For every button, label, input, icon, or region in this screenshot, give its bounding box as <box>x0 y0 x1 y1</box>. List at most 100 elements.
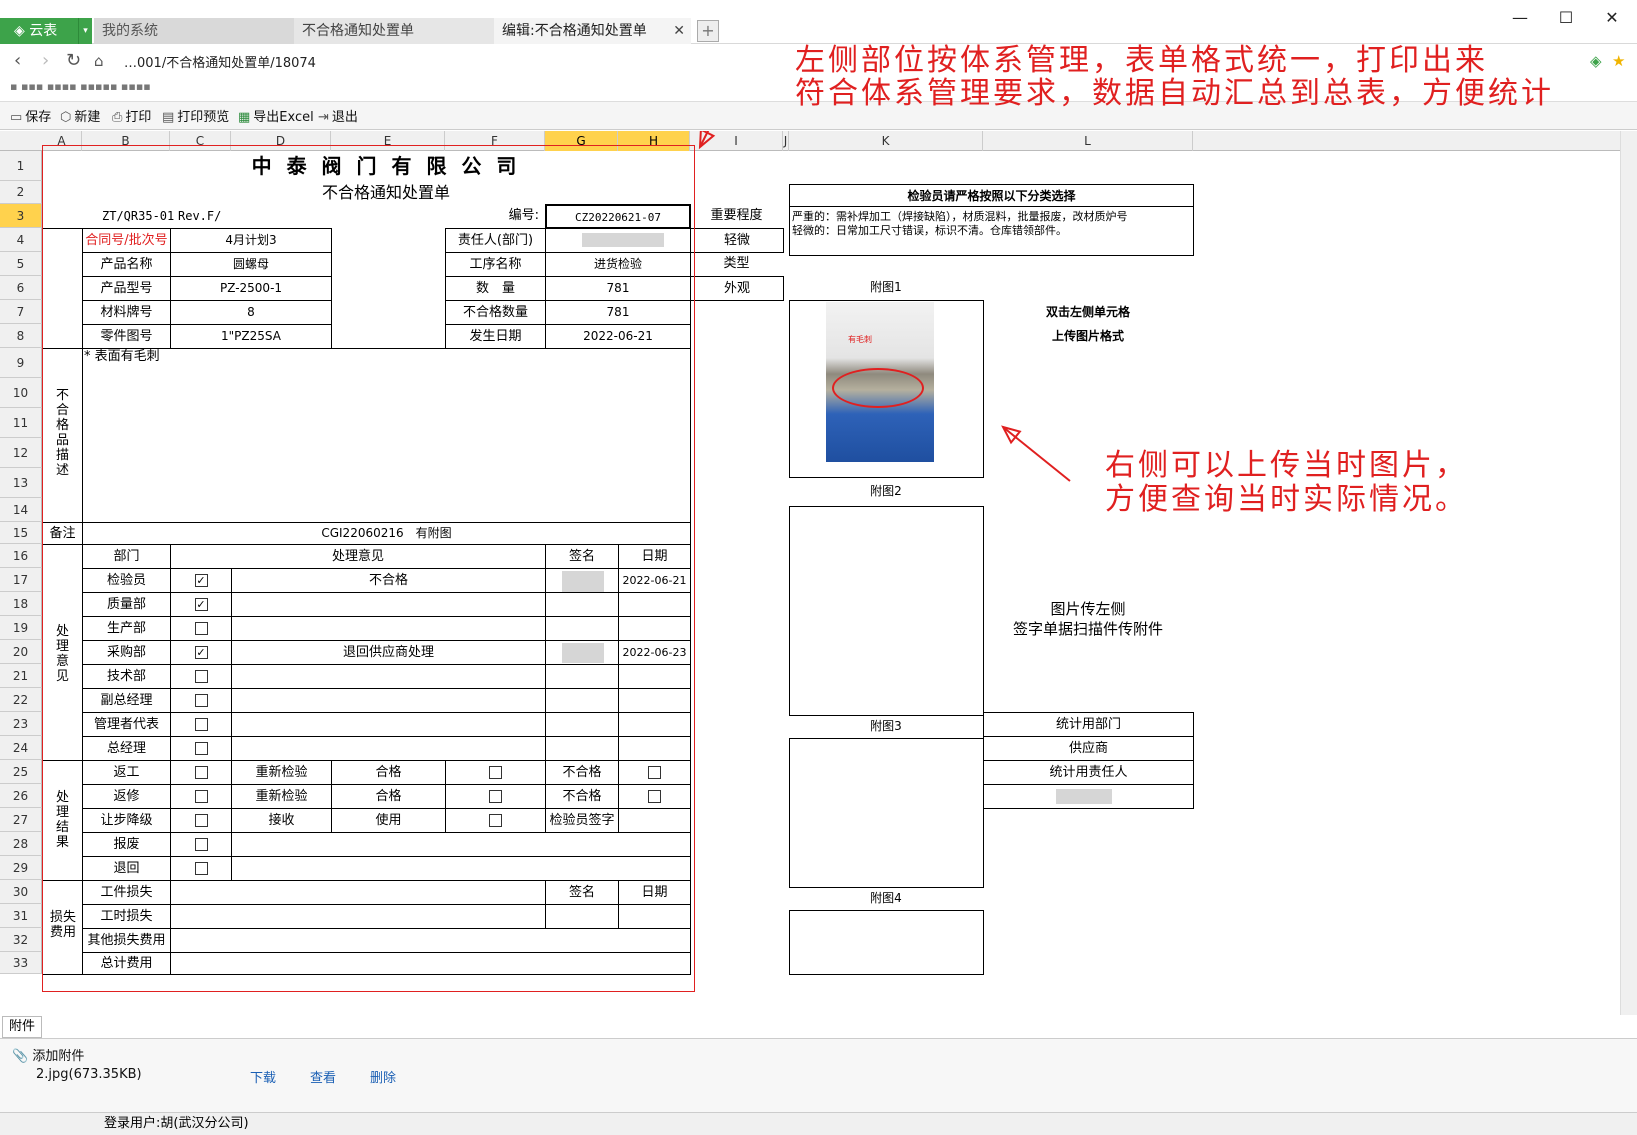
op-date-6[interactable] <box>618 712 691 737</box>
remark-label[interactable]: 备注 <box>42 522 83 545</box>
op-date-4[interactable] <box>618 664 691 689</box>
stats-1[interactable]: 供应商 <box>983 736 1194 761</box>
res-label-4[interactable]: 退回 <box>82 856 171 881</box>
row-header-21[interactable]: 21 <box>0 664 42 688</box>
row-header-6[interactable]: 6 <box>0 276 42 300</box>
qty-label[interactable]: 数 量 <box>445 276 546 301</box>
row-header-16[interactable]: 16 <box>0 544 42 568</box>
row-header-30[interactable]: 30 <box>0 880 42 904</box>
res-checkbox-4-cell[interactable] <box>170 856 232 881</box>
column-header-h[interactable]: H <box>618 131 690 151</box>
row-header-4[interactable]: 4 <box>0 228 42 252</box>
maximize-button[interactable]: ☐ <box>1543 4 1589 32</box>
column-header-b[interactable]: B <box>82 131 170 151</box>
row-header-26[interactable]: 26 <box>0 784 42 808</box>
op-checkbox-6[interactable] <box>194 718 208 731</box>
res-d-1[interactable]: 重新检验 <box>231 784 332 809</box>
qty-field[interactable]: 781 <box>545 276 691 301</box>
res-label-0[interactable]: 返工 <box>82 760 171 785</box>
view-link[interactable]: 查看 <box>310 1067 336 1086</box>
op-date-7[interactable] <box>618 736 691 761</box>
column-header-l[interactable]: L <box>983 131 1193 151</box>
op-opinion-0[interactable]: 不合格 <box>231 568 546 593</box>
op-opinion-1[interactable] <box>231 592 546 617</box>
res-e-checkbox-2[interactable] <box>489 814 502 827</box>
op-dept-3[interactable]: 采购部 <box>82 640 171 665</box>
process-label[interactable]: 工序名称 <box>445 252 546 277</box>
row-header-2[interactable]: 2 <box>0 181 42 204</box>
res-g-checkbox-1[interactable] <box>648 790 661 803</box>
op-dept-5[interactable]: 副总经理 <box>82 688 171 713</box>
process-field[interactable]: 进货检验 <box>545 252 691 277</box>
loss-sign-label[interactable]: 签名 <box>545 880 619 905</box>
op-opinion-5[interactable] <box>231 688 546 713</box>
op-header-dept[interactable]: 部门 <box>82 544 171 569</box>
product-label[interactable]: 产品名称 <box>82 252 171 277</box>
tab-ncr-list[interactable]: 不合格通知处置单 <box>294 18 494 44</box>
refresh-icon[interactable]: ↻ <box>66 50 81 71</box>
op-checkbox-2-cell[interactable] <box>170 616 232 641</box>
op-checkbox-4[interactable] <box>194 670 208 683</box>
back-icon[interactable]: ‹ <box>14 50 21 71</box>
tab-edit-ncr[interactable]: 编辑:不合格通知处置单 ✕ <box>494 18 691 44</box>
column-header-i[interactable]: I <box>690 131 783 151</box>
op-sign-2[interactable] <box>545 616 619 641</box>
res-checkbox-0-cell[interactable] <box>170 760 232 785</box>
vertical-scrollbar[interactable] <box>1620 131 1637 1015</box>
loss-row-1[interactable]: 工时损失 <box>82 904 171 929</box>
res-e-checkbox-2-cell[interactable] <box>445 808 546 833</box>
column-header-c[interactable]: C <box>170 131 231 151</box>
res-checkbox-1[interactable] <box>194 790 208 803</box>
stats-0[interactable]: 统计用部门 <box>983 712 1194 737</box>
res-g-checkbox-0[interactable] <box>648 766 661 779</box>
res-e-checkbox-0[interactable] <box>489 766 502 779</box>
res-field-3[interactable] <box>231 832 691 857</box>
part-field[interactable]: 1"PZ25SA <box>170 324 332 349</box>
row-header-8[interactable]: 8 <box>0 324 42 348</box>
res-checkbox-2-cell[interactable] <box>170 808 232 833</box>
remark-field[interactable]: CGI22060216 有附图 <box>82 522 691 545</box>
attachment-photo[interactable]: 有毛刺 <box>826 302 934 462</box>
res-h-2[interactable] <box>618 808 691 833</box>
op-sign-7[interactable] <box>545 736 619 761</box>
tab-attachments[interactable]: 附件 <box>2 1016 42 1038</box>
op-opinion-4[interactable] <box>231 664 546 689</box>
op-dept-4[interactable]: 技术部 <box>82 664 171 689</box>
op-opinion-6[interactable] <box>231 712 546 737</box>
res-checkbox-4[interactable] <box>194 862 208 875</box>
op-checkbox-4-cell[interactable] <box>170 664 232 689</box>
op-dept-6[interactable]: 管理者代表 <box>82 712 171 737</box>
op-sign-0[interactable] <box>545 568 619 593</box>
row-header-22[interactable]: 22 <box>0 688 42 712</box>
new-button[interactable]: ⬡ 新建 <box>60 106 100 125</box>
res-g-1[interactable]: 不合格 <box>545 784 619 809</box>
op-header-opinion[interactable]: 处理意见 <box>170 544 546 569</box>
loss-row-2[interactable]: 其他损失费用 <box>82 928 171 953</box>
op-checkbox-7-cell[interactable] <box>170 736 232 761</box>
res-g-checkbox-1-cell[interactable] <box>618 784 691 809</box>
res-checkbox-1-cell[interactable] <box>170 784 232 809</box>
row-header-33[interactable]: 33 <box>0 952 42 974</box>
res-e-checkbox-0-cell[interactable] <box>445 760 546 785</box>
op-date-3[interactable]: 2022-06-23 <box>618 640 691 665</box>
res-checkbox-3-cell[interactable] <box>170 832 232 857</box>
res-e-1[interactable]: 合格 <box>331 784 446 809</box>
home-icon[interactable]: ⌂ <box>94 52 104 70</box>
row-header-25[interactable]: 25 <box>0 760 42 784</box>
contract-label[interactable]: 合同号/批次号 <box>82 228 171 253</box>
exit-button[interactable]: ⇥ 退出 <box>318 106 358 125</box>
save-button[interactable]: ▭ 保存 <box>10 106 51 125</box>
print-button[interactable]: ⎙ 打印 <box>112 106 151 125</box>
row-header-29[interactable]: 29 <box>0 856 42 880</box>
op-checkbox-0-cell[interactable]: ✓ <box>170 568 232 593</box>
op-checkbox-3[interactable]: ✓ <box>194 646 208 659</box>
op-date-5[interactable] <box>618 688 691 713</box>
loss-row-0[interactable]: 工件损失 <box>82 880 171 905</box>
part-label[interactable]: 零件图号 <box>82 324 171 349</box>
op-date-0[interactable]: 2022-06-21 <box>618 568 691 593</box>
op-checkbox-3-cell[interactable]: ✓ <box>170 640 232 665</box>
desc-field[interactable] <box>82 348 691 523</box>
res-e-checkbox-1[interactable] <box>489 790 502 803</box>
att3-box[interactable] <box>789 738 984 888</box>
loss-field-3[interactable] <box>170 952 691 975</box>
